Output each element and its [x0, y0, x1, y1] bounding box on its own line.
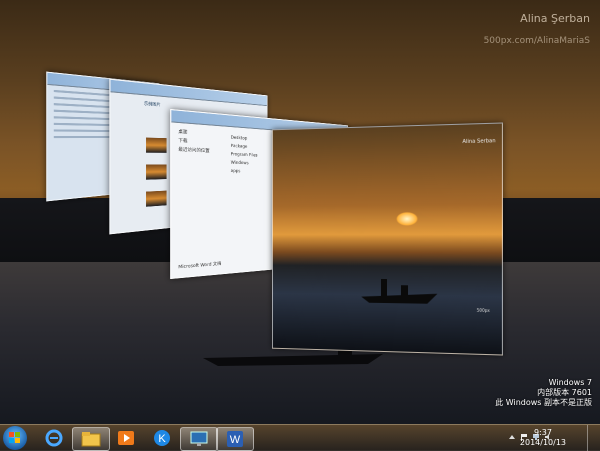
windows-version-watermark: Windows 7 内部版本 7601 此 Windows 副本不是正版: [495, 378, 592, 408]
start-button[interactable]: [3, 426, 27, 450]
show-desktop-button[interactable]: [587, 425, 600, 451]
taskbar-app-button[interactable]: [180, 427, 218, 451]
fishermen-boat: [361, 278, 438, 304]
media-player-icon: [118, 431, 134, 445]
watermark-author: Alina Şerban: [520, 12, 590, 25]
taskbar-k-button[interactable]: K: [144, 427, 180, 449]
taskbar-explorer-button[interactable]: [72, 427, 110, 451]
os-name: Windows 7: [548, 378, 592, 387]
title-bar[interactable]: [110, 79, 267, 107]
monitor-icon: [190, 431, 208, 446]
clock-time: 9:37: [533, 428, 552, 437]
picture-thumbnail[interactable]: [146, 164, 167, 180]
folder-title: 示例图片: [143, 100, 161, 108]
photo-author-label: Alina Serban: [462, 138, 496, 146]
nav-item[interactable]: 最近访问的位置: [178, 146, 222, 157]
watermark-site: 500px.com/AlinaMariaS: [483, 36, 590, 46]
taskbar-media-button[interactable]: [108, 427, 144, 449]
nav-pane: 桌面 下载 最近访问的位置: [178, 129, 222, 157]
folder-icon: [81, 432, 101, 447]
ie-icon: [45, 429, 63, 447]
windows-logo-icon: [9, 432, 20, 443]
photo-logo: 500px: [476, 307, 490, 314]
taskbar-ie-button[interactable]: [36, 427, 72, 449]
taskbar-clock[interactable]: 9:37 2014/10/13: [520, 428, 566, 448]
k-app-icon: K: [154, 430, 170, 446]
photo-viewer-window[interactable]: Alina Serban 500px: [272, 122, 503, 356]
clock-date: 2014/10/13: [519, 438, 566, 447]
taskbar: K W 9:37 2014/10/13: [0, 424, 600, 451]
svg-text:K: K: [158, 433, 166, 445]
status-bar: Microsoft Word 文档: [178, 260, 222, 270]
picture-thumbnail[interactable]: [146, 137, 167, 153]
svg-text:W: W: [230, 434, 241, 446]
desktop-wallpaper: Alina Şerban 500px.com/AlinaMariaS 示例图片 …: [0, 0, 600, 450]
show-hidden-icons-icon[interactable]: [508, 433, 516, 441]
os-genuine-warning: 此 Windows 副本不是正版: [495, 398, 592, 407]
word-icon: W: [227, 431, 243, 447]
sun: [395, 211, 419, 226]
picture-thumbnail[interactable]: [146, 190, 167, 207]
taskbar-word-button[interactable]: W: [216, 427, 254, 451]
os-build: 内部版本 7601: [537, 388, 592, 397]
